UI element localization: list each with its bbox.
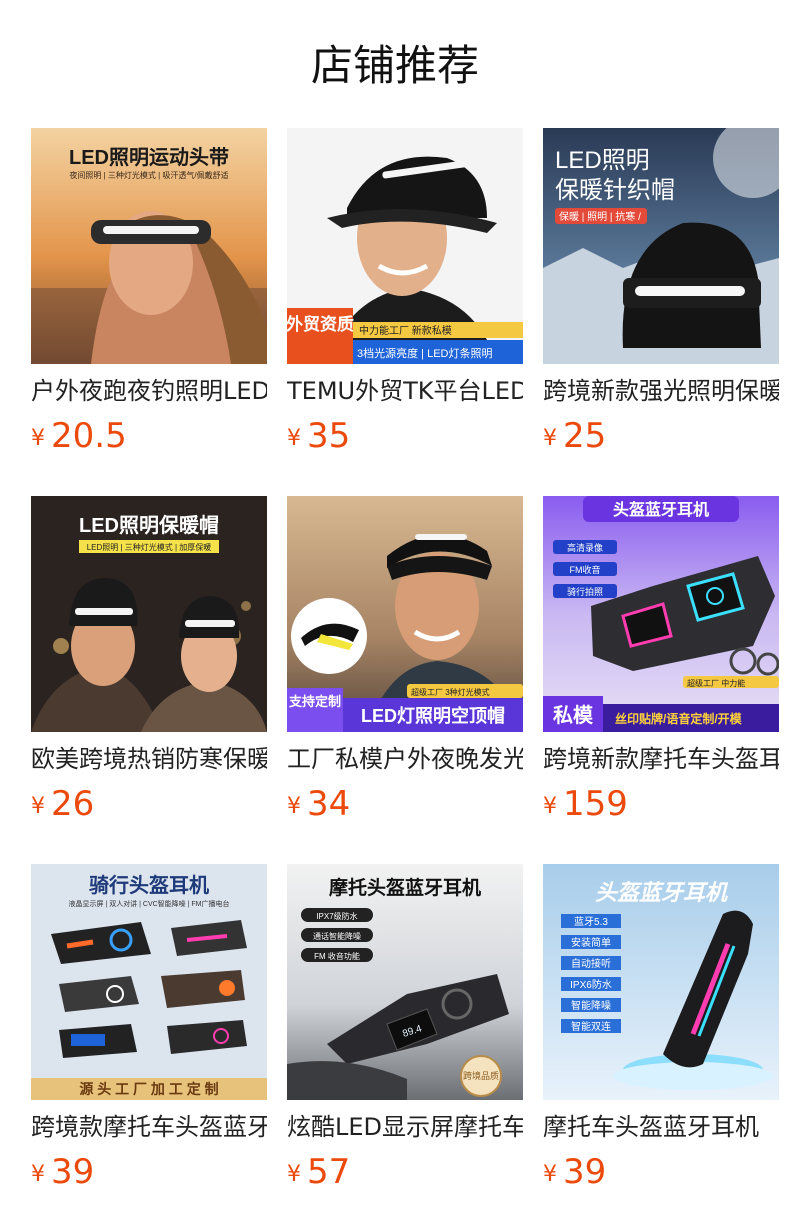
price-value: 25 — [563, 416, 607, 456]
image-badge: 私模 — [553, 703, 594, 727]
product-price: ¥159 — [543, 784, 628, 824]
image-caption: LED灯照明空顶帽 — [361, 705, 505, 726]
feature-label: 安装简单 — [571, 936, 611, 949]
price-value: 159 — [563, 784, 628, 824]
product-card[interactable]: 外贸资质 中力能工厂 新款私模 3档光源亮度 | LED灯条照明 TEMU外贸T… — [287, 128, 523, 468]
product-card[interactable]: LED照明保暖帽 LED照明 | 三种灯光模式 | 加厚保暖 欧美跨境热销防寒保… — [31, 496, 267, 836]
image-headline: 摩托头盔蓝牙耳机 — [329, 876, 481, 899]
price-value: 20.5 — [51, 416, 127, 456]
feature-label: 骑行拍照 — [567, 586, 603, 597]
price-value: 26 — [51, 784, 95, 824]
feature-label: IPX6防水 — [570, 978, 612, 991]
product-card[interactable]: 摩托头盔蓝牙耳机 IPX7级防水 通话智能降噪 FM 收音功能 89.4 跨境品… — [287, 864, 523, 1204]
product-image[interactable]: 摩托头盔蓝牙耳机 IPX7级防水 通话智能降噪 FM 收音功能 89.4 跨境品… — [287, 864, 523, 1100]
product-title[interactable]: TEMU外贸TK平台LED — [287, 374, 523, 408]
product-card[interactable]: 头盔蓝牙耳机 蓝牙5.3 安装简单 自动接听 IPX6防水 智能降噪 智能双连 — [543, 864, 779, 1204]
price-value: 39 — [51, 1152, 95, 1192]
price-value: 57 — [307, 1152, 351, 1192]
image-headline: LED照明 — [555, 147, 650, 174]
product-image[interactable]: 外贸资质 中力能工厂 新款私模 3档光源亮度 | LED灯条照明 — [287, 128, 523, 364]
product-card[interactable]: LED照明 保暖针织帽 保暖 | 照明 | 抗寒 / 跨境新款强光照明保暖 ¥2… — [543, 128, 779, 468]
feature-label: 蓝牙5.3 — [574, 916, 608, 928]
product-image[interactable]: LED照明 保暖针织帽 保暖 | 照明 | 抗寒 / — [543, 128, 779, 364]
product-image[interactable]: LED照明运动头带 夜间照明 | 三种灯光模式 | 吸汗透气/佩戴舒适 — [31, 128, 267, 364]
price-value: 35 — [307, 416, 351, 456]
image-caption: 3档光源亮度 | LED灯条照明 — [357, 346, 493, 360]
product-image[interactable]: 头盔蓝牙耳机 蓝牙5.3 安装简单 自动接听 IPX6防水 智能降噪 智能双连 — [543, 864, 779, 1100]
product-image[interactable]: 支持定制 超级工厂 3种灯光模式 LED灯照明空顶帽 — [287, 496, 523, 732]
image-headline: 保暖针织帽 — [555, 177, 675, 204]
image-badge: 支持定制 — [288, 694, 341, 709]
feature-label: 自动接听 — [571, 957, 611, 970]
product-card[interactable]: 骑行头盔耳机 液晶显示屏 | 双人对讲 | CVC智能降噪 | FM广播电台 源… — [31, 864, 267, 1204]
feature-label: 智能降噪 — [571, 999, 611, 1012]
image-headline: LED照明保暖帽 — [79, 514, 219, 537]
image-headline: 头盔蓝牙耳机 — [613, 500, 709, 519]
price-value: 39 — [563, 1152, 607, 1192]
product-card[interactable]: LED照明运动头带 夜间照明 | 三种灯光模式 | 吸汗透气/佩戴舒适 户外夜跑… — [31, 128, 267, 468]
currency-symbol: ¥ — [543, 794, 557, 819]
image-headline: 头盔蓝牙耳机 — [595, 880, 729, 905]
product-title[interactable]: 工厂私模户外夜晚发光 — [287, 742, 523, 776]
product-title[interactable]: 跨境新款摩托车头盔耳机 — [543, 742, 779, 776]
price-value: 34 — [307, 784, 351, 824]
image-badge: 跨境品质 — [463, 1070, 499, 1081]
image-caption: 源 头 工 厂 加 工 定 制 — [79, 1081, 218, 1097]
currency-symbol: ¥ — [543, 426, 557, 451]
image-headline: 骑行头盔耳机 — [89, 873, 209, 897]
currency-symbol: ¥ — [31, 1162, 45, 1187]
product-title[interactable]: 跨境新款强光照明保暖 — [543, 374, 779, 408]
image-tag: 保暖 | 照明 | 抗寒 / — [559, 210, 641, 223]
product-image[interactable]: 骑行头盔耳机 液晶显示屏 | 双人对讲 | CVC智能降噪 | FM广播电台 源… — [31, 864, 267, 1100]
product-price: ¥35 — [287, 416, 350, 456]
section-title: 店铺推荐 — [310, 41, 479, 90]
currency-symbol: ¥ — [543, 1162, 557, 1187]
product-image[interactable]: 头盔蓝牙耳机 高清录像 FM收音 骑行拍照 超级工厂 中力能 私模 丝印贴牌/语… — [543, 496, 779, 732]
image-subline: 夜间照明 | 三种灯光模式 | 吸汗透气/佩戴舒适 — [69, 170, 228, 180]
currency-symbol: ¥ — [31, 794, 45, 819]
currency-symbol: ¥ — [31, 426, 45, 451]
product-title[interactable]: 炫酷LED显示屏摩托车头盔 — [287, 1110, 523, 1144]
image-headline: LED照明运动头带 — [69, 146, 229, 169]
feature-label: 高清录像 — [567, 542, 603, 553]
image-tag: 中力能工厂 新款私模 — [359, 324, 452, 337]
product-image[interactable]: LED照明保暖帽 LED照明 | 三种灯光模式 | 加厚保暖 — [31, 496, 267, 732]
product-title[interactable]: 户外夜跑夜钓照明LED — [31, 374, 267, 408]
product-price: ¥39 — [31, 1152, 94, 1192]
feature-label: FM 收音功能 — [314, 951, 360, 961]
image-tag: 超级工厂 中力能 — [687, 678, 745, 688]
product-price: ¥20.5 — [31, 416, 127, 456]
product-price: ¥25 — [543, 416, 606, 456]
image-subline: LED照明 | 三种灯光模式 | 加厚保暖 — [87, 542, 212, 552]
product-title[interactable]: 欧美跨境热销防寒保暖 — [31, 742, 267, 776]
feature-label: FM收音 — [570, 564, 601, 575]
currency-symbol: ¥ — [287, 794, 301, 819]
feature-label: 智能双连 — [571, 1020, 611, 1033]
product-price: ¥39 — [543, 1152, 606, 1192]
feature-label: IPX7级防水 — [316, 911, 357, 921]
product-price: ¥34 — [287, 784, 350, 824]
product-card[interactable]: 支持定制 超级工厂 3种灯光模式 LED灯照明空顶帽 工厂私模户外夜晚发光 ¥3… — [287, 496, 523, 836]
currency-symbol: ¥ — [287, 426, 301, 451]
image-badge: 外贸资质 — [287, 314, 354, 334]
image-tag: 超级工厂 3种灯光模式 — [411, 687, 490, 697]
product-title[interactable]: 跨境款摩托车头盔蓝牙耳机 — [31, 1110, 267, 1144]
feature-label: 通话智能降噪 — [313, 931, 361, 941]
currency-symbol: ¥ — [287, 1162, 301, 1187]
product-price: ¥26 — [31, 784, 94, 824]
product-price: ¥57 — [287, 1152, 350, 1192]
image-caption: 丝印贴牌/语音定制/开模 — [615, 711, 743, 726]
image-subline: 液晶显示屏 | 双人对讲 | CVC智能降噪 | FM广播电台 — [68, 899, 229, 908]
product-title[interactable]: 摩托车头盔蓝牙耳机 — [543, 1110, 779, 1144]
product-card[interactable]: 头盔蓝牙耳机 高清录像 FM收音 骑行拍照 超级工厂 中力能 私模 丝印贴牌/语… — [543, 496, 779, 836]
